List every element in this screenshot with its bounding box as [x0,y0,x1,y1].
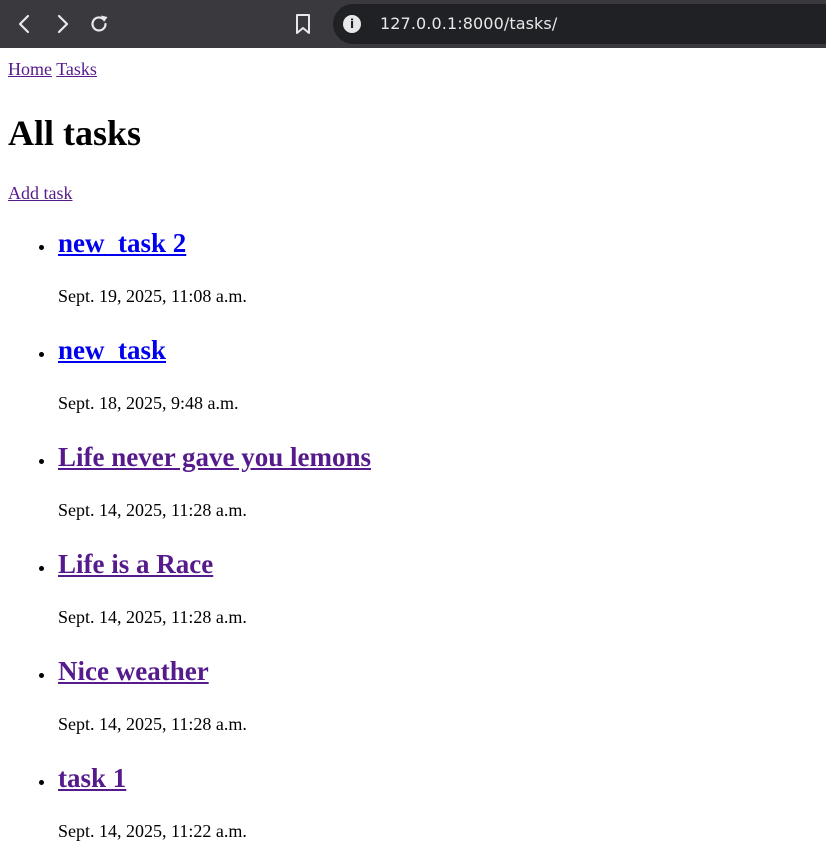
bullet [39,352,44,357]
bullet [39,780,44,785]
back-button[interactable] [11,10,39,38]
reload-button[interactable] [85,10,113,38]
bookmark-button[interactable] [289,10,317,38]
task-date: Sept. 14, 2025, 11:22 a.m. [58,821,247,841]
task-date: Sept. 19, 2025, 11:08 a.m. [58,286,247,306]
site-info-icon[interactable]: i [343,15,361,33]
breadcrumb-home-link[interactable]: Home [8,59,52,79]
page-title: All tasks [8,113,142,153]
browser-toolbar: i 127.0.0.1:8000/tasks/ [0,0,826,48]
bullet [39,245,44,250]
task-title-link[interactable]: Life never gave you lemons [58,440,371,474]
bullet [39,459,44,464]
page-content: Home Tasks All tasks Add task new_task 2… [8,48,818,841]
chevron-left-icon [18,14,30,34]
bookmark-icon [296,14,310,34]
forward-button[interactable] [48,10,76,38]
task-title-link[interactable]: new_task [58,333,166,367]
task-date: Sept. 14, 2025, 11:28 a.m. [58,714,247,734]
task-date: Sept. 14, 2025, 11:28 a.m. [58,500,247,520]
task-title-link[interactable]: Life is a Race [58,547,213,581]
task-title-link[interactable]: Nice weather [58,654,209,688]
breadcrumb-tasks-link[interactable]: Tasks [56,59,97,79]
task-title-link[interactable]: new_task 2 [58,226,186,260]
bullet [39,566,44,571]
reload-icon [91,15,108,32]
task-date: Sept. 18, 2025, 9:48 a.m. [58,393,239,413]
url-text[interactable]: 127.0.0.1:8000/tasks/ [380,14,557,33]
chevron-right-icon [57,14,69,34]
task-title-link[interactable]: task 1 [58,761,126,795]
breadcrumb: Home Tasks [8,58,818,80]
address-bar[interactable]: i 127.0.0.1:8000/tasks/ [333,4,826,44]
add-task-link[interactable]: Add task [8,182,73,204]
task-date: Sept. 14, 2025, 11:28 a.m. [58,607,247,627]
bullet [39,673,44,678]
